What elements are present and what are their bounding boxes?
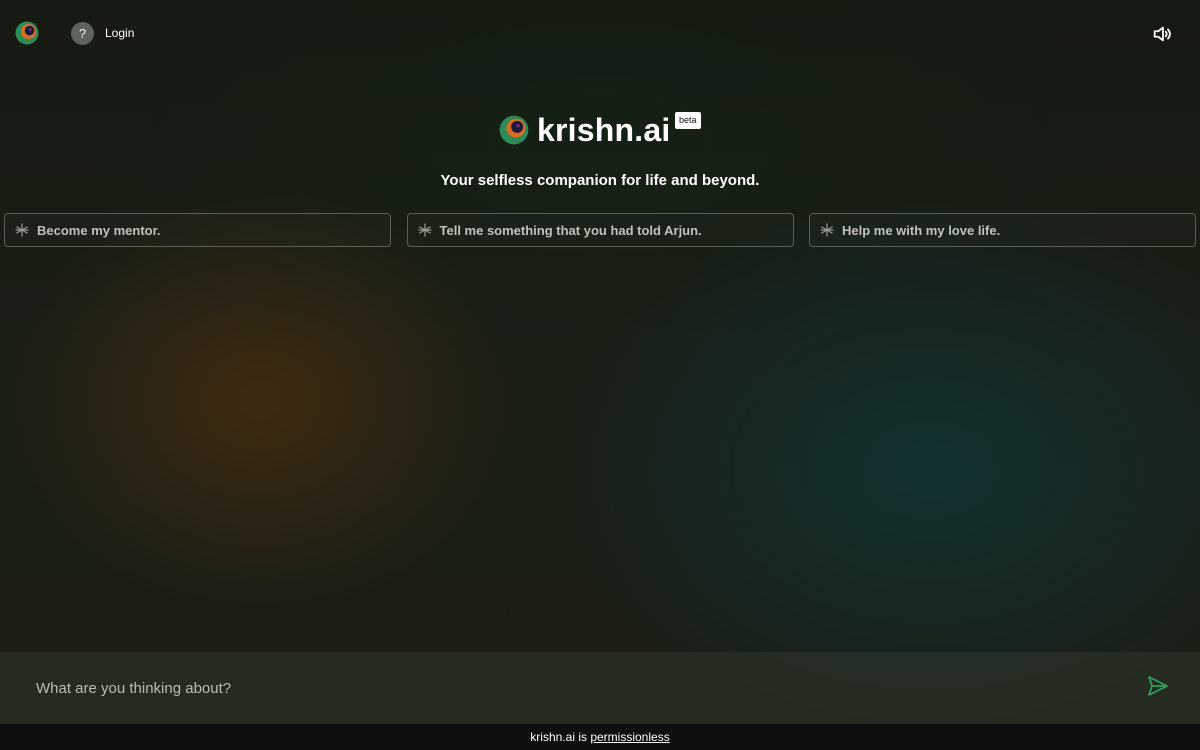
help-button[interactable]: ? (71, 22, 94, 45)
chat-input-bar (0, 652, 1200, 724)
send-icon[interactable] (1146, 674, 1170, 698)
suggestion-card[interactable]: Tell me something that you had told Arju… (406, 213, 794, 247)
asterisk-icon (417, 223, 432, 237)
suggestion-list: Become my mentor. Tell me something that… (4, 213, 1196, 249)
suggestion-card[interactable]: Become my mentor. (4, 213, 391, 247)
suggestion-label: Tell me something that you had told Arju… (439, 222, 702, 238)
speaker-volume-icon[interactable] (1151, 23, 1173, 45)
asterisk-icon (820, 223, 834, 237)
footer-text: krishn.ai is (530, 730, 587, 744)
suggestion-card[interactable]: Help me with my love life. (809, 213, 1196, 247)
beta-badge: beta (675, 112, 701, 129)
suggestion-label: Help me with my love life. (842, 222, 1001, 238)
chat-input[interactable] (26, 670, 1136, 706)
asterisk-icon (15, 223, 29, 237)
tagline: Your selfless companion for life and bey… (440, 172, 760, 189)
permissionless-link[interactable]: permissionless (590, 730, 669, 744)
suggestion-label: Become my mentor. (37, 222, 161, 238)
brand-name: krishn.ai (537, 111, 671, 148)
login-link[interactable]: Login (105, 26, 134, 40)
krishn-logo-icon (499, 115, 529, 145)
krishn-logo-icon[interactable] (15, 21, 39, 45)
footer: krishn.ai is permissionless (0, 724, 1200, 750)
brand: krishn.ai (499, 110, 670, 150)
